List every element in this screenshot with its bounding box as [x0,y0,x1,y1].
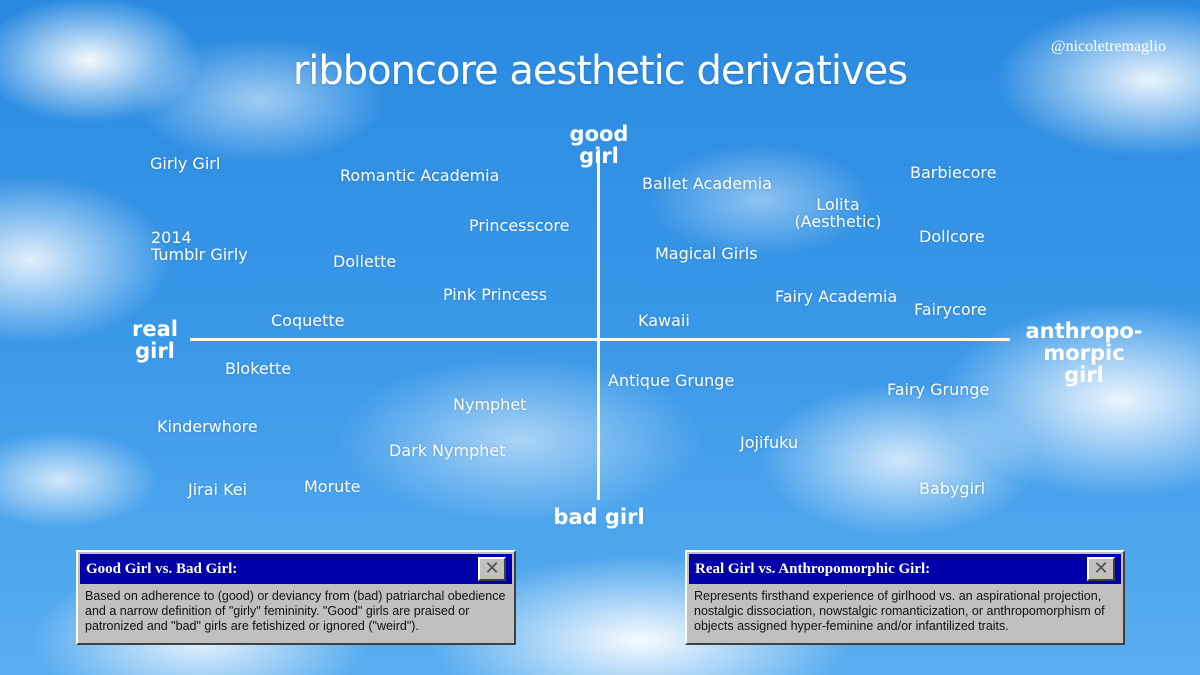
axis-label-top: good girl [569,122,629,169]
term-pink-princess: Pink Princess [443,285,548,304]
term-jirai-kei: Jirai Kei [188,480,248,499]
horizontal-axis [190,338,1010,341]
dialog-text: Based on adherence to (good) or deviancy… [85,589,506,633]
term-ballet-academia: Ballet Academia [642,174,772,193]
term-fairy-academia: Fairy Academia [775,287,898,306]
term-princesscore: Princesscore [469,216,570,235]
term-barbiecore: Barbiecore [910,163,997,182]
term-nymphet: Nymphet [453,395,527,414]
term-kawaii: Kawaii [638,311,690,330]
page-title: ribboncore aesthetic derivatives [292,48,908,94]
term-tumblr-girly: 2014 Tumblr Girly [151,228,248,264]
dialog-title: Good Girl vs. Bad Girl: [86,560,238,577]
term-morute: Morute [304,477,361,496]
term-lolita: Lolita (Aesthetic) [794,195,882,231]
close-icon[interactable]: ✕ [1087,557,1115,581]
term-magical-girls: Magical Girls [655,244,758,263]
term-dollcore: Dollcore [919,227,985,246]
term-girly-girl: Girly Girl [150,154,221,173]
term-fairy-grunge: Fairy Grunge [887,380,990,399]
axis-label-right: anthropo- morpic girl [1025,319,1143,388]
dialog-good-bad: Good Girl vs. Bad Girl: ✕ Based on adher… [76,550,516,645]
term-coquette: Coquette [271,311,345,330]
dialog-titlebar: Real Girl vs. Anthropomorphic Girl: ✕ [689,554,1121,584]
term-dark-nymphet: Dark Nymphet [389,441,506,460]
dialog-titlebar: Good Girl vs. Bad Girl: ✕ [80,554,512,584]
vertical-axis [597,150,600,500]
term-blokette: Blokette [225,359,292,378]
axis-label-left: real girl [132,317,178,364]
close-icon[interactable]: ✕ [478,557,506,581]
dialog-real-anthro: Real Girl vs. Anthropomorphic Girl: ✕ Re… [685,550,1125,645]
author-handle: @nicoletremaglio [1050,38,1166,55]
term-romantic-academia: Romantic Academia [340,166,500,185]
axis-label-bottom: bad girl [553,505,645,529]
term-babygirl: Babygirl [919,479,986,498]
term-jojifuku: Jojifuku [740,433,799,452]
term-kinderwhore: Kinderwhore [157,417,258,436]
term-dollette: Dollette [333,252,397,271]
term-antique-grunge: Antique Grunge [608,371,735,390]
term-fairycore: Fairycore [914,300,987,319]
dialog-text: Represents firsthand experience of girlh… [694,589,1105,633]
dialog-title: Real Girl vs. Anthropomorphic Girl: [695,560,931,577]
